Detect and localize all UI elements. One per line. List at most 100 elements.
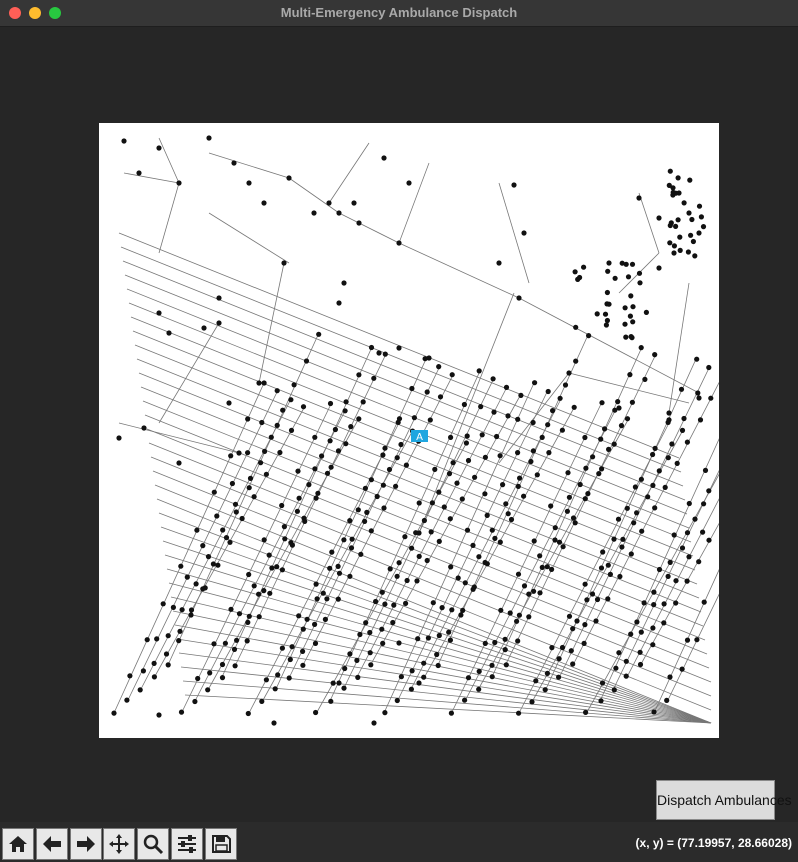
road-edge (275, 358, 427, 690)
road-node (286, 675, 292, 681)
road-node (362, 485, 368, 491)
road-node (668, 220, 674, 226)
road-node (231, 160, 237, 166)
road-node (470, 586, 476, 592)
road-node (516, 612, 522, 618)
road-node (259, 698, 265, 705)
forward-button[interactable] (70, 828, 102, 860)
road-node (381, 505, 387, 511)
road-node (701, 501, 707, 507)
road-node (570, 626, 576, 632)
road-node (582, 581, 588, 587)
configure-subplots-button[interactable] (171, 828, 203, 860)
road-node (251, 494, 257, 500)
road-node (694, 637, 700, 643)
road-edge (258, 262, 285, 384)
road-node (447, 516, 453, 522)
road-node (545, 422, 551, 428)
road-node (355, 507, 361, 513)
road-node (497, 539, 503, 545)
road-node (246, 485, 252, 491)
road-node (582, 496, 588, 502)
road-node (281, 260, 287, 266)
road-node (684, 439, 691, 445)
road-network-map[interactable]: A (99, 123, 719, 738)
pan-button[interactable] (103, 828, 135, 860)
road-node (508, 516, 515, 523)
road-node (261, 380, 267, 386)
road-node (602, 426, 608, 432)
road-node (702, 467, 709, 473)
road-node (599, 466, 605, 472)
road-node (497, 453, 503, 459)
road-network-plot[interactable]: A (99, 123, 719, 738)
road-node (449, 372, 455, 378)
road-node (505, 511, 511, 517)
road-node (616, 650, 622, 656)
road-node (306, 482, 312, 488)
road-node (341, 685, 347, 691)
dispatch-ambulances-button[interactable]: Dispatch Ambulances (656, 780, 792, 820)
road-node (274, 422, 280, 428)
road-node (239, 515, 245, 522)
road-node (279, 567, 285, 573)
road-node (219, 675, 226, 681)
zoom-button[interactable] (137, 828, 169, 860)
road-node (673, 578, 679, 584)
ambulance-marker[interactable]: A (411, 430, 428, 443)
road-node (382, 351, 388, 357)
road-node (319, 453, 325, 459)
road-edge (518, 297, 700, 394)
road-node (489, 527, 495, 533)
road-node (408, 686, 414, 692)
road-node (409, 545, 415, 551)
road-node (521, 493, 527, 499)
road-node (470, 542, 476, 548)
road-node (656, 468, 662, 474)
road-node (692, 253, 698, 259)
road-node (233, 509, 239, 515)
home-button[interactable] (2, 828, 34, 860)
road-node (613, 665, 619, 671)
road-node (696, 395, 702, 401)
road-node (505, 413, 511, 419)
road-node (409, 385, 415, 392)
road-node (599, 680, 606, 686)
road-node (462, 580, 468, 586)
road-node (666, 410, 672, 416)
road-node (421, 517, 427, 524)
road-node (245, 416, 251, 422)
save-button[interactable] (205, 828, 237, 860)
road-node (205, 687, 211, 693)
road-node (618, 423, 625, 429)
pan-icon (109, 834, 129, 854)
road-node (329, 549, 335, 555)
back-button[interactable] (36, 828, 68, 860)
road-node (550, 408, 556, 414)
road-node (611, 687, 617, 693)
road-node (424, 557, 430, 564)
road-node (671, 532, 677, 538)
road-node (651, 589, 657, 595)
road-node (382, 710, 388, 716)
road-node (328, 464, 334, 470)
road-node (170, 604, 176, 610)
road-node (652, 445, 658, 451)
road-node (549, 566, 555, 572)
road-node (636, 195, 642, 201)
road-node (314, 596, 320, 602)
road-node (216, 295, 222, 301)
road-node (623, 658, 629, 664)
road-node (446, 471, 453, 477)
road-node (151, 660, 157, 667)
road-node (515, 483, 521, 489)
road-node (347, 573, 353, 579)
road-node (526, 591, 532, 597)
road-node (674, 460, 680, 466)
road-node (312, 640, 319, 647)
road-node (156, 145, 162, 151)
road-node (476, 554, 482, 560)
road-node (380, 482, 386, 488)
road-node (465, 457, 472, 464)
road-node (436, 489, 442, 495)
